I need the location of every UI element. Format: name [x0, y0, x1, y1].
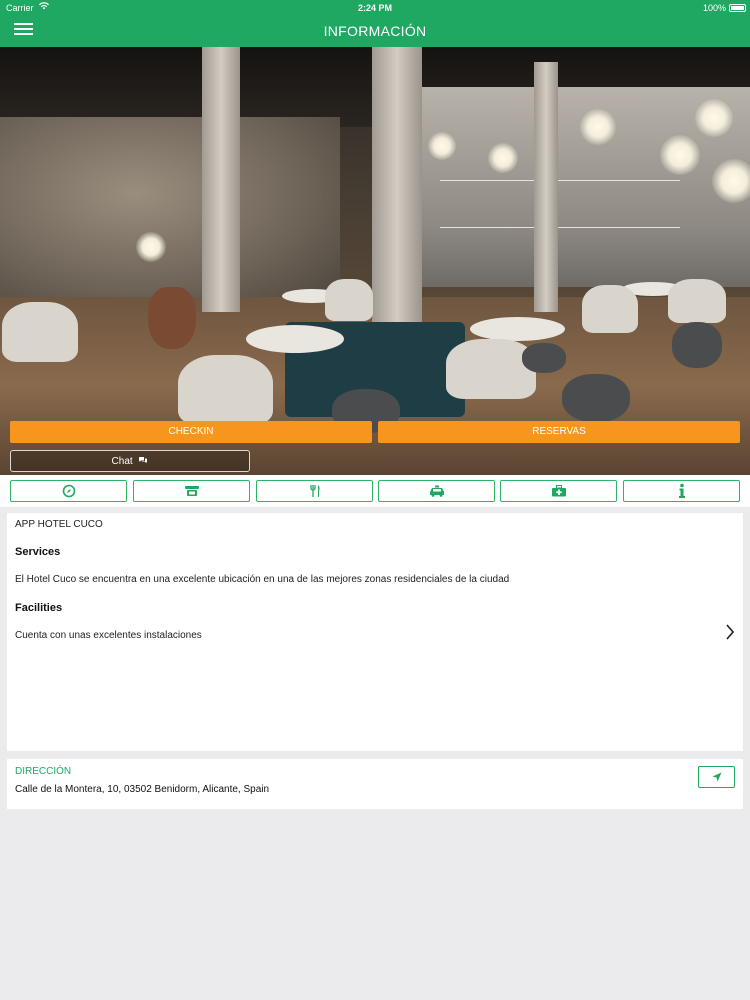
chat-button-label: Chat: [111, 456, 133, 467]
services-heading: Services: [15, 546, 61, 558]
facilities-text: Cuenta con unas excelentes instalaciones: [15, 630, 202, 641]
navigation-bar: Carrier 2:24 PM 100% INFORMACIÓN: [0, 0, 750, 47]
services-text: El Hotel Cuco se encuentra en una excele…: [15, 574, 510, 585]
category-icon-bar: [0, 475, 750, 507]
hotel-lounge-image: CHECKIN RESERVAS Chat: [0, 47, 750, 475]
info-button[interactable]: [623, 480, 740, 502]
status-bar: Carrier 2:24 PM 100%: [0, 0, 750, 16]
restaurant-button[interactable]: [256, 480, 373, 502]
app-name: APP HOTEL CUCO: [15, 519, 103, 530]
chevron-right-icon[interactable]: [725, 623, 735, 646]
first-aid-button[interactable]: [500, 480, 617, 502]
battery-icon: [729, 4, 746, 12]
reservas-button[interactable]: RESERVAS: [378, 421, 740, 443]
chat-bubble-icon: [138, 451, 148, 471]
checkin-button[interactable]: CHECKIN: [10, 421, 372, 443]
compass-button[interactable]: [10, 480, 127, 502]
page-title: INFORMACIÓN: [323, 23, 427, 39]
battery-percent: 100%: [702, 3, 726, 13]
address-value: Calle de la Montera, 10, 03502 Benidorm,…: [15, 784, 270, 795]
phone-button[interactable]: [133, 480, 250, 502]
directions-button[interactable]: [698, 766, 735, 788]
address-card: DIRECCIÓN Calle de la Montera, 10, 03502…: [7, 759, 743, 809]
facilities-heading: Facilities: [15, 602, 63, 614]
address-label: DIRECCIÓN: [15, 766, 72, 777]
hotel-info-card: APP HOTEL CUCO Services El Hotel Cuco se…: [7, 513, 743, 751]
taxi-button[interactable]: [378, 480, 495, 502]
status-time: 2:24 PM: [357, 3, 392, 13]
chat-button[interactable]: Chat: [10, 450, 250, 472]
